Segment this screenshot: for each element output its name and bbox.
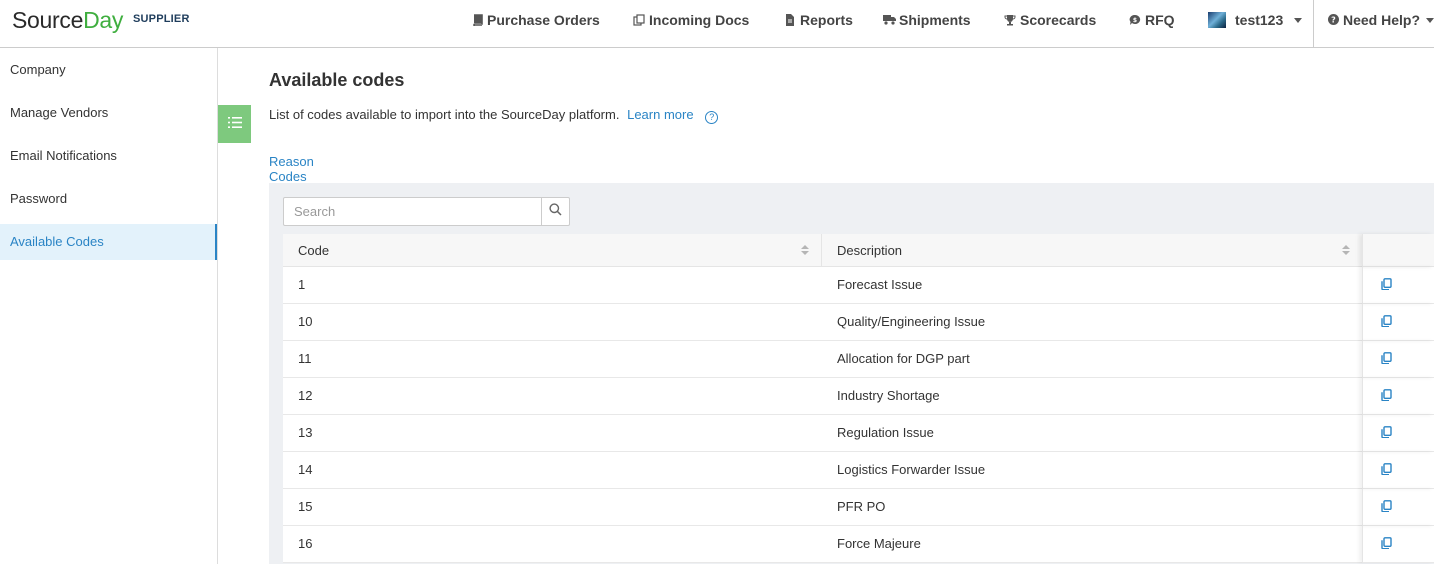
column-header-description[interactable]: Description (822, 234, 1362, 267)
copy-button[interactable] (1362, 452, 1434, 489)
file-icon (784, 14, 796, 26)
code-cell: 15 (298, 499, 313, 514)
description-cell: Regulation Issue (837, 425, 934, 440)
truck-icon (883, 14, 896, 26)
description-cell: Force Majeure (837, 536, 921, 551)
sidebar-item-manage-vendors[interactable]: Manage Vendors (0, 91, 217, 134)
supplier-label: SUPPLIER (133, 13, 190, 25)
sidebar-item-available-codes[interactable]: Available Codes (0, 224, 217, 260)
copy-icon (1381, 268, 1392, 304)
copy-button[interactable] (1362, 304, 1434, 341)
user-menu[interactable]: test123 (1208, 12, 1303, 28)
description-cell: PFR PO (837, 499, 886, 514)
sort-icon (801, 245, 809, 256)
learn-more-link[interactable]: Learn more (627, 107, 693, 122)
table-row: 15 PFR PO (283, 489, 1434, 526)
nav-incoming-docs[interactable]: Incoming Docs (633, 12, 749, 28)
column-header-actions (1362, 234, 1434, 267)
copy-icon (1381, 527, 1392, 563)
description-cell: Industry Shortage (837, 388, 940, 403)
code-cell: 11 (298, 351, 312, 366)
nav-scorecards[interactable]: Scorecards (1004, 12, 1096, 28)
copy-icon (1381, 490, 1392, 526)
code-cell: 12 (298, 388, 313, 403)
table-row: 16 Force Majeure (283, 526, 1434, 563)
top-navbar: SourceDay SUPPLIER Purchase Orders Incom… (0, 0, 1434, 48)
trophy-icon (1004, 14, 1016, 26)
copy-icon (1381, 342, 1392, 378)
column-header-code[interactable]: Code (283, 234, 822, 267)
table-header: Code Description (283, 234, 1434, 267)
settings-sidebar: Company Manage Vendors Email Notificatio… (0, 48, 218, 564)
sidebar-item-password[interactable]: Password (0, 177, 217, 220)
nav-reports[interactable]: Reports (784, 12, 853, 28)
table-row: 13 Regulation Issue (283, 415, 1434, 452)
search-icon (549, 202, 562, 221)
help-circle-icon[interactable]: ? (705, 111, 719, 124)
copy-button[interactable] (1362, 489, 1434, 526)
avatar (1208, 12, 1226, 28)
nav-purchase-orders[interactable]: Purchase Orders (471, 12, 600, 28)
question-icon: ? (1327, 14, 1339, 26)
divider (1313, 0, 1314, 48)
table-row: 1 Forecast Issue (283, 267, 1434, 304)
description-cell: Forecast Issue (837, 277, 923, 292)
chevron-down-icon (1426, 17, 1434, 23)
documents-icon (633, 14, 645, 26)
code-cell: 14 (298, 462, 313, 477)
codes-panel: Code Description 1 Forecast Issue 10 Qualit… (269, 183, 1434, 564)
table-row: 14 Logistics Forwarder Issue (283, 452, 1434, 489)
need-help-menu[interactable]: ? Need Help? (1327, 12, 1434, 28)
code-cell: 10 (298, 314, 313, 329)
page-description: List of codes available to import into t… (269, 107, 719, 124)
table-row: 10 Quality/Engineering Issue (283, 304, 1434, 341)
table-row: 12 Industry Shortage (283, 378, 1434, 415)
copy-icon (1381, 305, 1392, 341)
svg-text:$: $ (1133, 17, 1137, 24)
sidebar-item-company[interactable]: Company (0, 48, 217, 91)
copy-button[interactable] (1362, 378, 1434, 415)
sourceday-logo[interactable]: SourceDay (12, 7, 123, 34)
chevron-down-icon (1294, 17, 1303, 23)
copy-button[interactable] (1362, 415, 1434, 452)
nav-rfq[interactable]: $ RFQ (1129, 12, 1175, 28)
sidebar-item-email-notifications[interactable]: Email Notifications (0, 134, 217, 177)
table-body: 1 Forecast Issue 10 Quality/Engineering Iss… (283, 267, 1434, 563)
nav-shipments[interactable]: Shipments (883, 12, 971, 28)
copy-button[interactable] (1362, 341, 1434, 378)
copy-icon (1381, 379, 1392, 415)
page-title: Available codes (269, 70, 405, 90)
copy-button[interactable] (1362, 526, 1434, 563)
copy-icon (1381, 416, 1392, 452)
description-cell: Logistics Forwarder Issue (837, 462, 986, 477)
code-cell: 16 (298, 536, 313, 551)
copy-icon (1381, 453, 1392, 489)
sidebar-toggle-button[interactable] (218, 105, 251, 143)
table-row: 11 Allocation for DGP part (283, 341, 1434, 378)
search-box (283, 197, 570, 226)
book-icon (471, 14, 483, 27)
codes-table: Code Description 1 Forecast Issue 10 Qualit… (283, 234, 1434, 563)
search-input[interactable] (284, 198, 542, 225)
code-cell: 1 (298, 277, 306, 292)
copy-button[interactable] (1362, 267, 1434, 304)
description-cell: Allocation for DGP part (837, 351, 970, 366)
code-cell: 13 (298, 425, 313, 440)
search-button[interactable] (541, 198, 569, 225)
list-icon (227, 115, 242, 133)
description-cell: Quality/Engineering Issue (837, 314, 986, 329)
svg-text:?: ? (1331, 15, 1336, 24)
dollar-chat-icon: $ (1129, 14, 1141, 26)
sort-icon (1342, 245, 1350, 256)
